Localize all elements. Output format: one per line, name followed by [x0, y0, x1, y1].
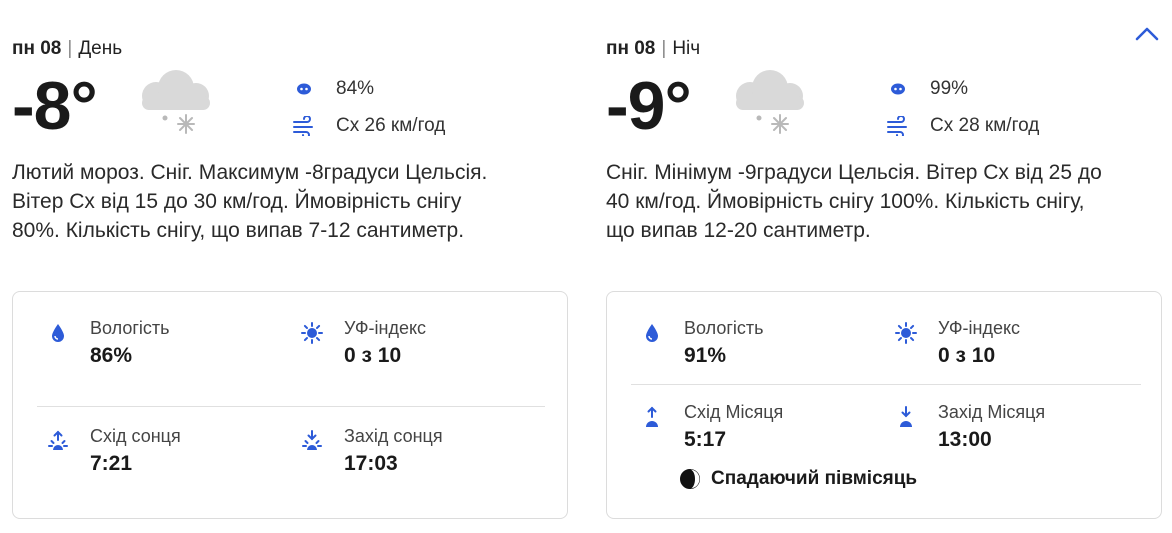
- day-precipitation: 84%: [292, 77, 374, 101]
- moonrise-value: 5:17: [684, 428, 727, 451]
- night-period-label: Ніч: [672, 38, 701, 59]
- moon-phase: Спадаючий півмісяць: [679, 468, 917, 490]
- night-date: пн 08: [606, 38, 656, 59]
- precipitation-icon: [886, 77, 910, 101]
- moonset-icon: [893, 404, 919, 430]
- uv-label: УФ-індекс: [344, 318, 427, 338]
- day-wind-value: Сх 26 км/год: [336, 115, 446, 136]
- humidity-value: 91%: [684, 344, 727, 367]
- wind-icon: [292, 114, 316, 138]
- night-header: пн 08 | Ніч: [606, 38, 700, 60]
- night-precipitation: 99%: [886, 77, 968, 101]
- night-moonset: Захід Місяця 13:00: [893, 402, 1113, 464]
- moon-phase-label: Спадаючий півмісяць: [711, 468, 918, 489]
- precipitation-icon: [292, 77, 316, 101]
- moonrise-icon: [639, 404, 665, 430]
- day-precip-value: 84%: [336, 78, 375, 99]
- night-details-card: Вологість 91% УФ-індекс 0 з 10 Схід Міся…: [606, 291, 1162, 519]
- cloud-snow-icon: [142, 70, 210, 134]
- night-precip-value: 99%: [930, 78, 969, 99]
- sunset-label: Захід сонця: [344, 426, 443, 446]
- uv-label: УФ-індекс: [938, 318, 1021, 338]
- day-header: пн 08 | День: [12, 38, 122, 60]
- header-separator: |: [661, 38, 667, 59]
- day-uv-index: УФ-індекс 0 з 10: [299, 318, 519, 380]
- water-drop-icon: [45, 320, 71, 346]
- uv-value: 0 з 10: [938, 344, 996, 367]
- night-uv-index: УФ-індекс 0 з 10: [893, 318, 1113, 380]
- day-description: Лютий мороз. Сніг. Максимум -8градуси Це…: [12, 161, 488, 242]
- moonrise-label: Схід Місяця: [684, 402, 784, 422]
- night-moonrise: Схід Місяця 5:17: [639, 402, 859, 464]
- sunrise-icon: [45, 428, 71, 454]
- night-humidity: Вологість 91%: [639, 318, 859, 380]
- night-wind-value: Сх 28 км/год: [930, 115, 1040, 136]
- sunset-icon: [299, 428, 325, 454]
- card-divider: [37, 406, 545, 407]
- night-description: Сніг. Мінімум -9градуси Цельсія. Вітер С…: [606, 161, 1102, 242]
- cloud-snow-icon: [736, 70, 804, 134]
- day-wind: Сх 26 км/год: [292, 114, 445, 138]
- water-drop-icon: [639, 320, 665, 346]
- moonset-label: Захід Місяця: [938, 402, 1046, 422]
- day-forecast: пн 08 | День -8° 84% Сх 26 км/год Лютий мо…: [12, 0, 572, 533]
- sunrise-label: Схід сонця: [90, 426, 181, 446]
- wind-icon: [886, 114, 910, 138]
- day-sunrise: Схід сонця 7:21: [45, 426, 265, 488]
- day-date: пн 08: [12, 38, 62, 59]
- card-divider: [631, 384, 1141, 385]
- day-humidity: Вологість 86%: [45, 318, 265, 380]
- humidity-value: 86%: [90, 344, 133, 367]
- day-temperature: -8°: [12, 68, 98, 144]
- night-forecast: пн 08 | Ніч -9° 99% Сх 28 км/год Сніг. Мін…: [606, 0, 1166, 533]
- sun-icon: [893, 320, 919, 346]
- sunrise-value: 7:21: [90, 452, 133, 475]
- day-period-label: День: [78, 38, 123, 59]
- uv-value: 0 з 10: [344, 344, 402, 367]
- day-details-card: Вологість 86% УФ-індекс 0 з 10 Схід сонц…: [12, 291, 568, 519]
- humidity-label: Вологість: [684, 318, 764, 338]
- moon-phase-icon: [680, 469, 700, 489]
- sun-icon: [299, 320, 325, 346]
- header-separator: |: [67, 38, 73, 59]
- moonset-value: 13:00: [938, 428, 992, 451]
- night-wind: Сх 28 км/год: [886, 114, 1039, 138]
- chevron-up-icon[interactable]: [1134, 24, 1160, 44]
- humidity-label: Вологість: [90, 318, 170, 338]
- sunset-value: 17:03: [344, 452, 398, 475]
- night-temperature: -9°: [606, 68, 692, 144]
- day-sunset: Захід сонця 17:03: [299, 426, 519, 488]
